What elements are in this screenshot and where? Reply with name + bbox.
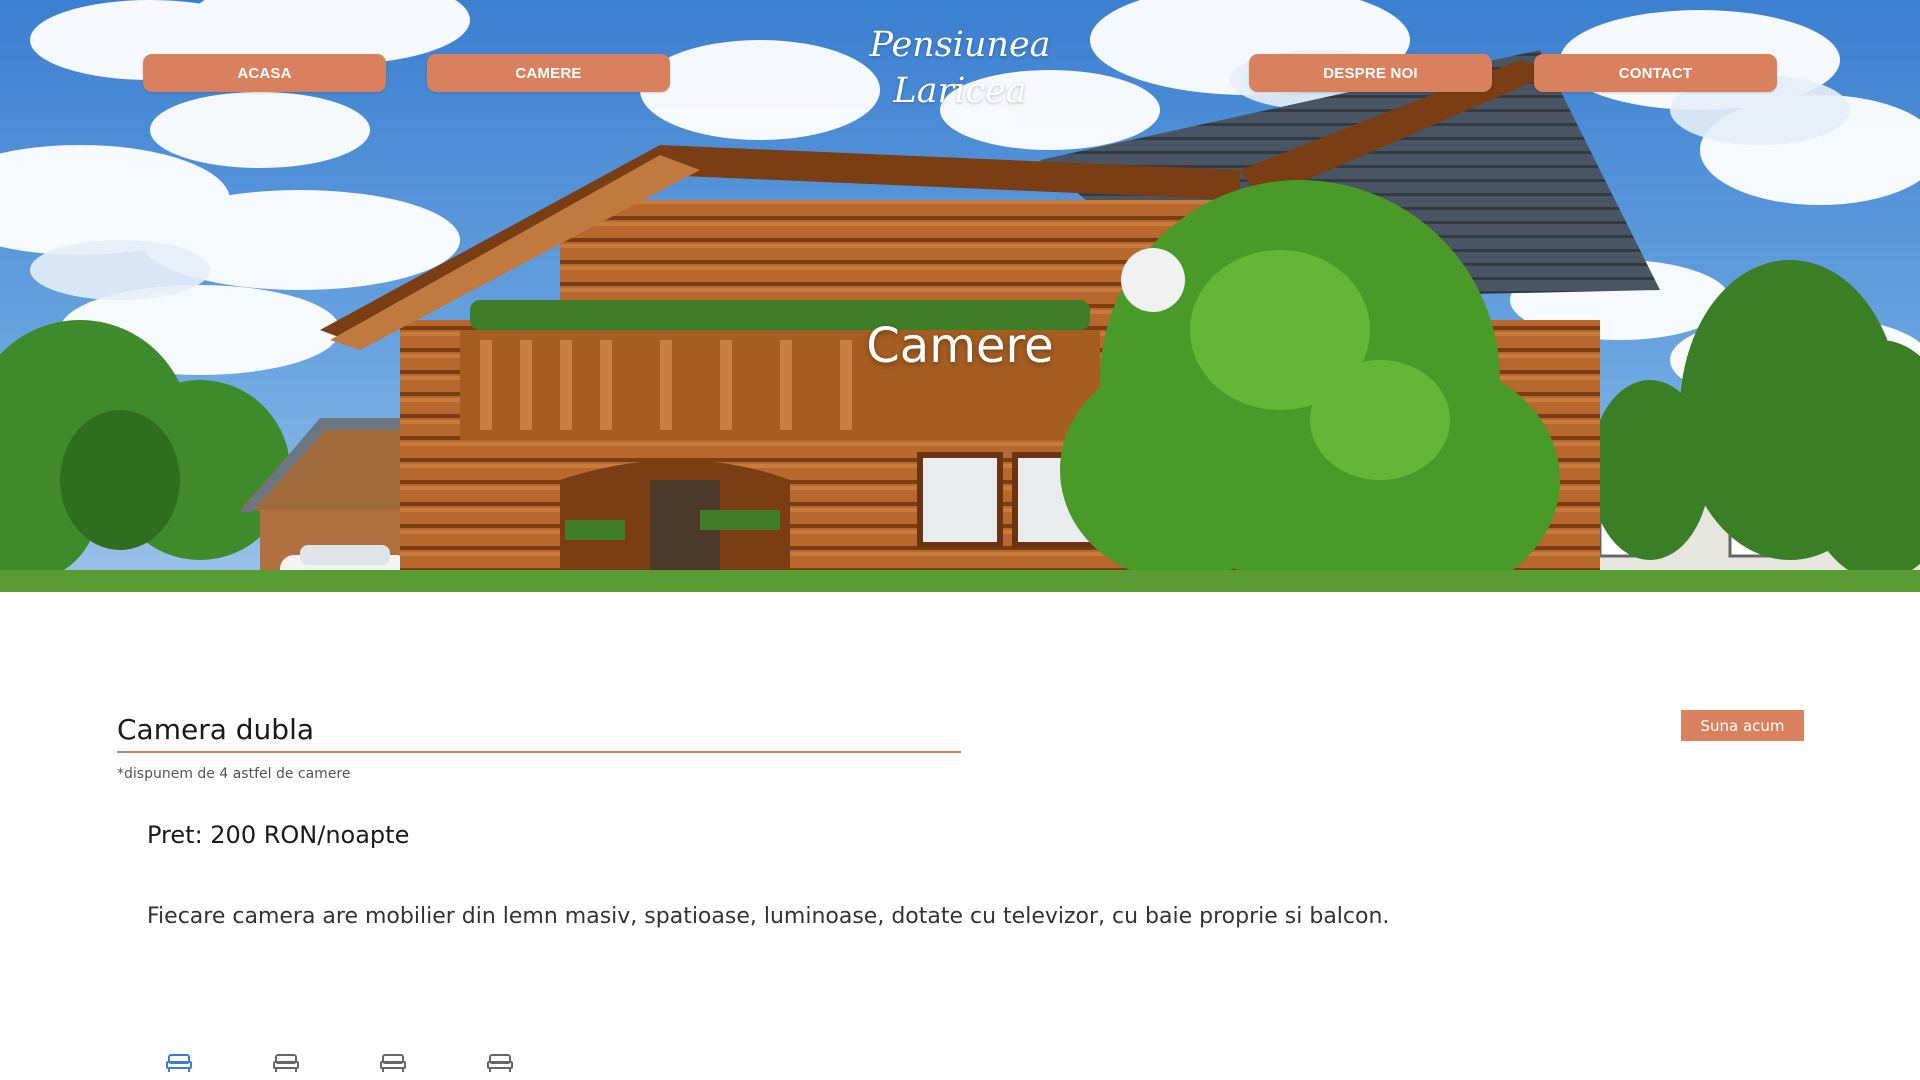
nav-acasa-button[interactable]: ACASA [143,54,386,92]
room-title-divider [117,751,961,753]
call-now-button[interactable]: Suna acum [1681,710,1804,741]
bed-icon[interactable] [380,1052,406,1074]
bed-icon[interactable] [166,1052,192,1074]
site-logo[interactable]: Pensiunea Laricea [860,22,1060,114]
bed-icon[interactable] [273,1052,299,1074]
room-title: Camera dubla [117,713,315,746]
nav-camere-button[interactable]: CAMERE [427,54,670,92]
room-price: Pret: 200 RON/noapte [147,821,410,849]
bed-icon[interactable] [487,1052,513,1074]
logo-line-2: Laricea [893,71,1027,111]
hero-title: Camere [866,318,1054,374]
logo-line-1: Pensiunea [869,25,1051,65]
hero-banner: ACASA CAMERE DESPRE NOI CONTACT Pensiune… [0,0,1920,592]
nav-despre-noi-button[interactable]: DESPRE NOI [1249,54,1492,92]
room-description: Fiecare camera are mobilier din lemn mas… [147,904,1390,929]
room-availability-note: *dispunem de 4 astfel de camere [117,766,351,782]
nav-contact-button[interactable]: CONTACT [1534,54,1777,92]
